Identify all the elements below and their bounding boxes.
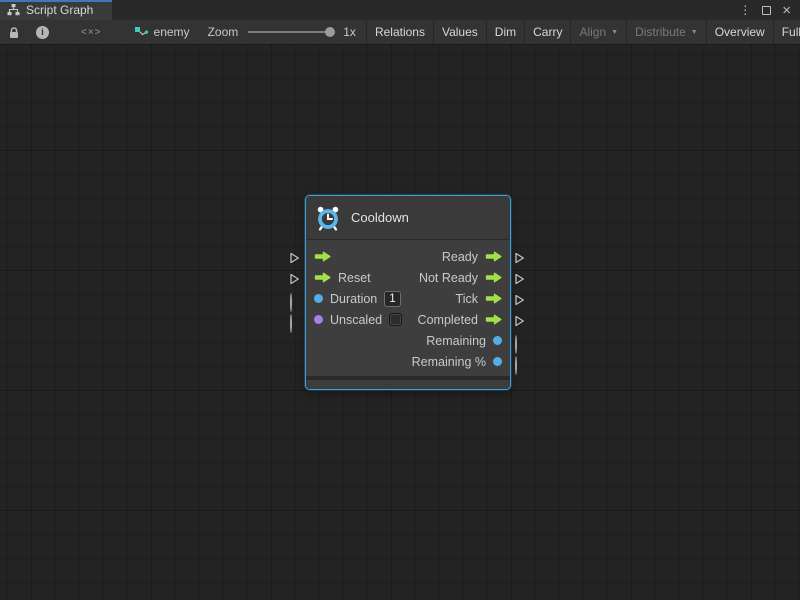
chevron-down-icon: ▼ — [691, 29, 698, 36]
port-label: Remaining — [426, 334, 486, 348]
zoom-control: Zoom 1x — [198, 20, 366, 44]
tab-title: Script Graph — [26, 3, 93, 17]
external-flow-port[interactable] — [514, 315, 525, 327]
angle-x-icon: <×> — [81, 27, 102, 38]
node-footer — [306, 380, 510, 389]
zoom-slider-knob[interactable] — [325, 27, 335, 37]
lock-button[interactable] — [0, 20, 28, 44]
node-title: Cooldown — [351, 210, 409, 225]
external-flow-port[interactable] — [289, 252, 300, 264]
node-port-row: Duration 1 Tick — [314, 288, 502, 309]
toolbar-button-label: Values — [442, 25, 478, 39]
external-value-port[interactable] — [290, 314, 292, 333]
script-graph-window: Script Graph ⋮ × i <×> — [0, 0, 800, 600]
node-header[interactable]: Cooldown — [306, 196, 510, 240]
toolbar-button-label: Overview — [715, 25, 765, 39]
output-port[interactable]: Remaining — [426, 334, 502, 348]
toolbar-button-label: Full Screen — [782, 25, 800, 39]
flow-port-icon[interactable] — [485, 272, 502, 283]
input-port[interactable]: Unscaled — [314, 313, 402, 327]
node-body: Ready Reset Not Ready Duration 1 Tick Unscaled… — [306, 240, 510, 376]
external-value-port[interactable] — [515, 335, 517, 354]
active-tab-accent — [0, 0, 112, 2]
breadcrumb[interactable]: enemy — [126, 20, 198, 44]
tab-bar: Script Graph ⋮ × — [0, 0, 800, 20]
node-port-row: Reset Not Ready — [314, 267, 502, 288]
graph-toolbar: i <×> enemy Zoom 1x Relations Values Dim Ca… — [0, 20, 800, 45]
script-graph-icon — [7, 4, 20, 16]
menu-icon[interactable]: ⋮ — [739, 4, 751, 16]
toolbar-button-label: Distribute — [635, 25, 686, 39]
node-port-row: Ready — [314, 246, 502, 267]
flow-port-icon[interactable] — [314, 251, 331, 262]
input-port[interactable]: Reset — [314, 271, 371, 285]
cooldown-node[interactable]: Cooldown Ready Reset Not Ready Duration 1 Tic… — [305, 195, 511, 390]
breadcrumb-label: enemy — [154, 25, 190, 39]
toolbar-button-distribute[interactable]: Distribute ▼ — [626, 20, 706, 44]
external-value-port[interactable] — [290, 293, 292, 312]
external-flow-port[interactable] — [289, 273, 300, 285]
node-port-row: Remaining — [314, 330, 502, 351]
port-label: Ready — [442, 250, 478, 264]
alarm-clock-icon — [315, 205, 341, 231]
toolbar-button-align[interactable]: Align ▼ — [570, 20, 626, 44]
node-port-row: Remaining % — [314, 351, 502, 372]
unscaled-checkbox[interactable] — [389, 313, 402, 326]
zoom-label: Zoom — [208, 25, 239, 39]
info-button[interactable]: i — [28, 20, 57, 44]
lock-icon — [8, 26, 20, 39]
port-label: Tick — [456, 292, 478, 306]
port-label: Duration — [330, 292, 377, 306]
maximize-icon[interactable] — [762, 6, 771, 15]
port-label: Completed — [418, 313, 478, 327]
graph-edge-icon — [134, 26, 148, 39]
output-port[interactable]: Not Ready — [419, 271, 502, 285]
toolbar-button-label: Carry — [533, 25, 562, 39]
chevron-down-icon: ▼ — [611, 29, 618, 36]
graph-canvas[interactable]: Cooldown Ready Reset Not Ready Duration 1 Tic… — [0, 45, 800, 600]
tab-script-graph[interactable]: Script Graph — [0, 0, 112, 20]
flow-port-icon[interactable] — [485, 293, 502, 304]
output-port[interactable]: Remaining % — [412, 355, 502, 369]
toolbar-buttons: Relations Values Dim Carry Align ▼ Distribute ▼… — [366, 20, 800, 44]
input-port[interactable] — [314, 251, 331, 262]
flow-port-icon[interactable] — [314, 272, 331, 283]
toolbar-button-label: Dim — [495, 25, 516, 39]
value-port-icon[interactable] — [493, 336, 502, 345]
port-label: Reset — [338, 271, 371, 285]
toolbar-button-dim[interactable]: Dim — [486, 20, 524, 44]
output-port[interactable]: Tick — [456, 292, 502, 306]
value-port-icon[interactable] — [314, 294, 323, 303]
window-controls: ⋮ × — [730, 0, 800, 20]
external-flow-port[interactable] — [514, 252, 525, 264]
empty-selection-button[interactable]: <×> — [57, 20, 126, 44]
toolbar-button-values[interactable]: Values — [433, 20, 486, 44]
info-icon: i — [36, 26, 49, 39]
toolbar-button-label: Align — [579, 25, 606, 39]
external-value-port[interactable] — [515, 356, 517, 375]
port-label: Not Ready — [419, 271, 478, 285]
toolbar-button-overview[interactable]: Overview — [706, 20, 773, 44]
node-port-row: Unscaled Completed — [314, 309, 502, 330]
external-flow-port[interactable] — [514, 273, 525, 285]
port-label: Remaining % — [412, 355, 486, 369]
toolbar-button-relations[interactable]: Relations — [366, 20, 433, 44]
toolbar-button-carry[interactable]: Carry — [524, 20, 570, 44]
toolbar-button-full-screen[interactable]: Full Screen — [773, 20, 800, 44]
output-port[interactable]: Ready — [442, 250, 502, 264]
flow-port-icon[interactable] — [485, 251, 502, 262]
toolbar-button-label: Relations — [375, 25, 425, 39]
duration-input[interactable]: 1 — [384, 291, 400, 307]
value-port-icon[interactable] — [314, 315, 323, 324]
port-label: Unscaled — [330, 313, 382, 327]
external-flow-port[interactable] — [514, 294, 525, 306]
flow-port-icon[interactable] — [485, 314, 502, 325]
zoom-value: 1x — [343, 25, 356, 39]
input-port[interactable]: Duration 1 — [314, 291, 401, 307]
zoom-slider[interactable] — [248, 31, 333, 33]
output-port[interactable]: Completed — [418, 313, 502, 327]
value-port-icon[interactable] — [493, 357, 502, 366]
close-icon[interactable]: × — [782, 3, 791, 18]
